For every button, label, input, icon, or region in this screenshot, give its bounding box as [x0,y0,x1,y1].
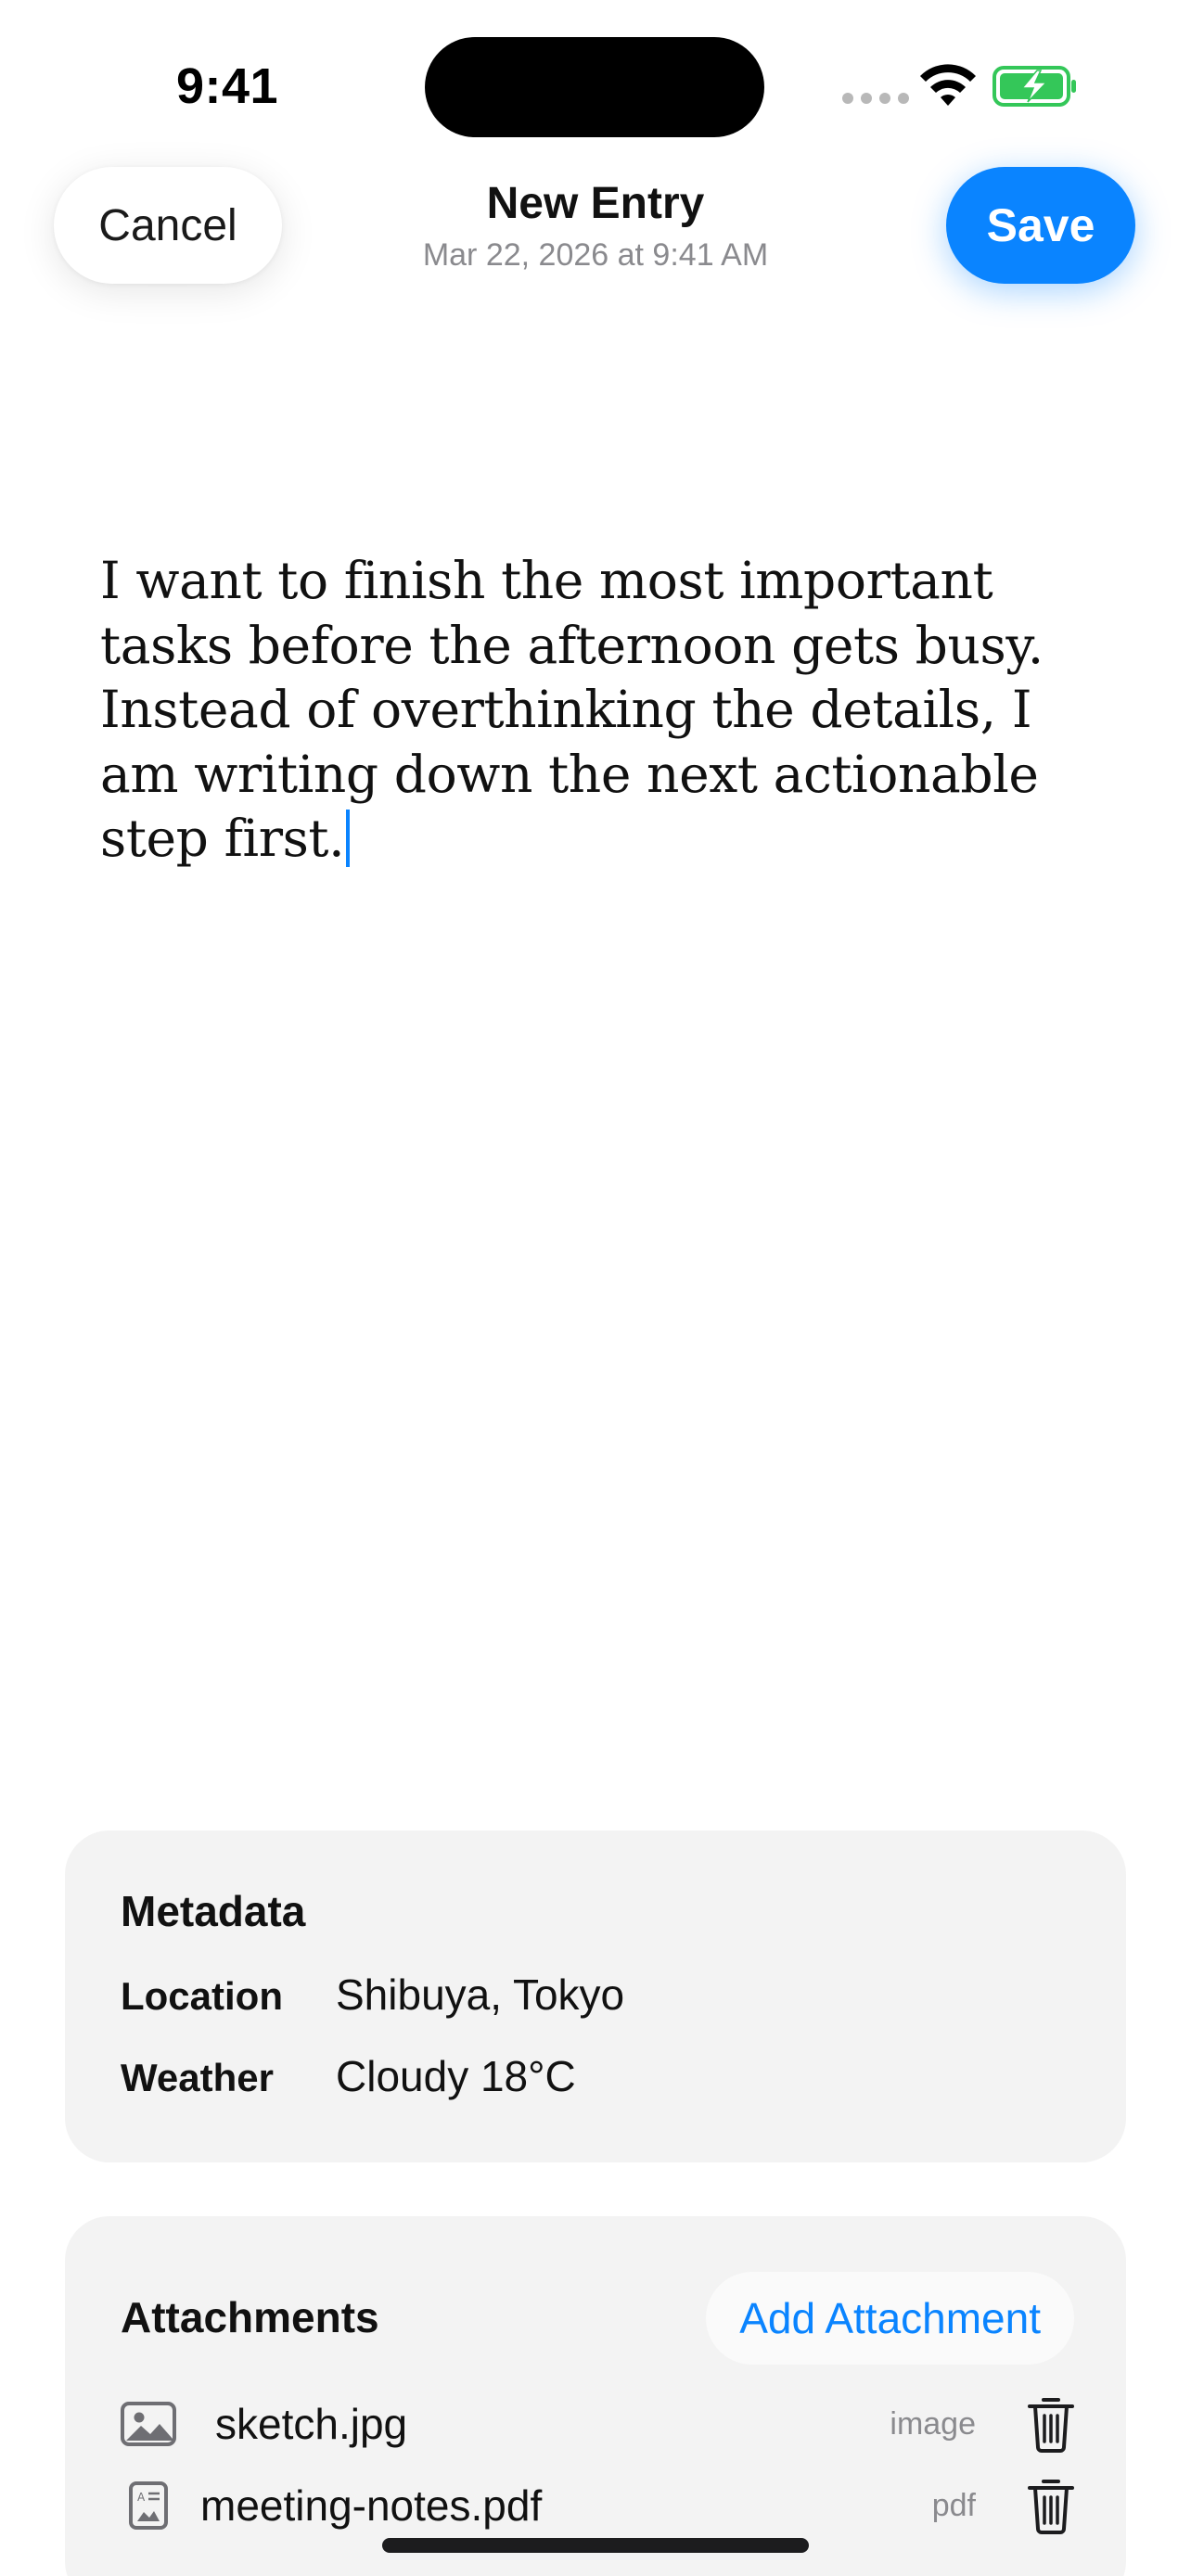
save-button[interactable]: Save [946,167,1135,284]
metadata-row-weather: Weather Cloudy 18°C [121,2051,576,2101]
dynamic-island [425,37,764,137]
trash-icon[interactable] [1026,2477,1076,2534]
trash-icon[interactable] [1026,2395,1076,2453]
signal-icon [842,93,909,104]
location-label: Location [121,1974,283,2018]
home-indicator[interactable] [382,2538,809,2553]
weather-value: Cloudy 18°C [336,2052,576,2100]
attachment-item-meeting-notes[interactable]: A meeting-notes.pdf pdf [121,2468,1076,2543]
status-time: 9:41 [176,58,279,114]
entry-text-editor[interactable]: I want to finish the most important task… [100,549,1102,872]
attachments-card: Attachments Add Attachment sketch.jpg im… [65,2216,1126,2576]
wifi-icon [920,64,976,106]
document-icon: A [121,2478,176,2533]
image-icon [121,2396,176,2452]
metadata-title: Metadata [121,1887,306,1935]
attachment-name: sketch.jpg [215,2400,408,2448]
attachment-type: image [890,2405,976,2442]
attachments-title: Attachments [121,2293,379,2341]
entry-text: I want to finish the most important task… [100,551,1044,868]
battery-charging-icon [992,66,1076,107]
metadata-row-location: Location Shibuya, Tokyo [121,1970,624,2020]
attachment-type: pdf [931,2487,976,2523]
location-value: Shibuya, Tokyo [336,1970,625,2019]
text-cursor [346,810,351,867]
cancel-button[interactable]: Cancel [54,167,282,284]
add-attachment-button[interactable]: Add Attachment [706,2272,1074,2365]
entry-date: Mar 22, 2026 at 9:41 AM [422,237,769,273]
svg-text:A: A [137,2491,146,2504]
metadata-card: Metadata Location Shibuya, Tokyo Weather… [65,1830,1126,2162]
weather-label: Weather [121,2056,274,2099]
attachment-name: meeting-notes.pdf [200,2481,543,2530]
attachment-item-sketch[interactable]: sketch.jpg image [121,2387,1076,2461]
page-title: New Entry [486,179,705,228]
